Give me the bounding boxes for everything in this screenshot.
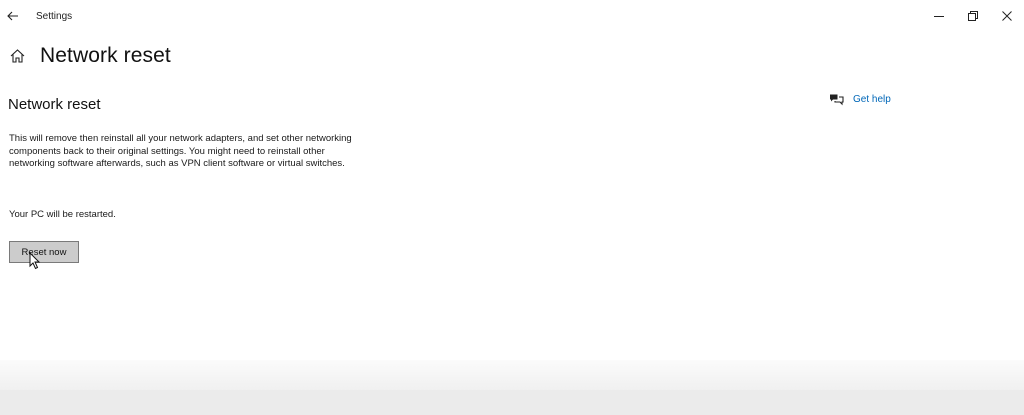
home-button[interactable] — [8, 47, 26, 65]
title-bar: Settings — [0, 0, 1024, 32]
bottom-band — [0, 390, 1024, 415]
mouse-pointer-icon — [29, 252, 41, 270]
chat-help-icon — [828, 92, 844, 106]
get-help-link[interactable]: Get help — [828, 92, 891, 106]
restart-note: Your PC will be restarted. — [9, 209, 116, 220]
restore-button[interactable] — [956, 0, 990, 32]
restore-icon — [968, 11, 978, 21]
window-title: Settings — [36, 10, 73, 22]
back-arrow-icon — [7, 11, 18, 21]
minimize-icon — [934, 16, 944, 17]
close-icon — [1002, 11, 1012, 21]
page-header: Network reset — [8, 44, 171, 68]
settings-window: Settings Network reset Network reset Thi… — [0, 0, 1024, 415]
back-button[interactable] — [2, 0, 24, 32]
get-help-label: Get help — [853, 93, 891, 105]
section-description: This will remove then reinstall all your… — [9, 133, 352, 169]
minimize-button[interactable] — [922, 0, 956, 32]
section-title: Network reset — [8, 96, 101, 113]
page-title: Network reset — [40, 44, 171, 67]
home-icon — [10, 49, 24, 63]
close-button[interactable] — [990, 0, 1024, 32]
reset-now-button[interactable]: Reset now — [9, 241, 79, 263]
window-controls — [922, 0, 1024, 32]
